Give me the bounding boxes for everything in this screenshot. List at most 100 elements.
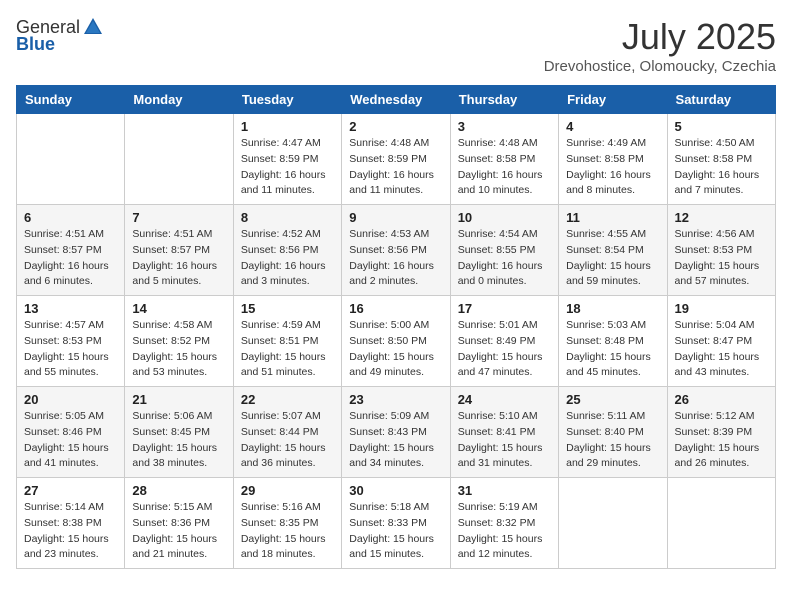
table-row: 12 Sunrise: 4:56 AMSunset: 8:53 PMDayligh…	[667, 205, 775, 296]
table-row: 2 Sunrise: 4:48 AMSunset: 8:59 PMDaylight…	[342, 114, 450, 205]
day-number: 14	[132, 301, 225, 316]
table-row: 9Sunrise: 4:53 AMSunset: 8:56 PMDaylight…	[342, 205, 450, 296]
day-detail: Sunrise: 4:49 AMSunset: 8:58 PMDaylight:…	[566, 136, 659, 199]
day-detail: Sunrise: 5:16 AMSunset: 8:35 PMDaylight:…	[241, 500, 334, 563]
table-row: 11Sunrise: 4:55 AMSunset: 8:54 PMDayligh…	[559, 205, 667, 296]
calendar-week-row: 20 Sunrise: 5:05 AMSunset: 8:46 PMDayligh…	[17, 387, 776, 478]
day-detail: Sunrise: 4:47 AMSunset: 8:59 PMDaylight:…	[241, 136, 334, 199]
day-number: 25	[566, 392, 659, 407]
table-row: 18 Sunrise: 5:03 AMSunset: 8:48 PMDayligh…	[559, 296, 667, 387]
day-number: 15	[241, 301, 334, 316]
day-detail: Sunrise: 5:15 AMSunset: 8:36 PMDaylight:…	[132, 500, 225, 563]
day-number: 7	[132, 210, 225, 225]
page: General Blue July 2025 Drevohostice, Olo…	[0, 0, 792, 585]
day-number: 26	[675, 392, 768, 407]
day-detail: Sunrise: 4:48 AMSunset: 8:58 PMDaylight:…	[458, 136, 551, 199]
calendar-week-row: 1 Sunrise: 4:47 AMSunset: 8:59 PMDaylight…	[17, 114, 776, 205]
title-block: July 2025 Drevohostice, Olomoucky, Czech…	[544, 16, 776, 75]
day-number: 11	[566, 210, 659, 225]
day-detail: Sunrise: 4:52 AMSunset: 8:56 PMDaylight:…	[241, 227, 334, 290]
col-tuesday: Tuesday	[233, 86, 341, 114]
day-detail: Sunrise: 4:59 AMSunset: 8:51 PMDaylight:…	[241, 318, 334, 381]
day-detail: Sunrise: 4:56 AMSunset: 8:53 PMDaylight:…	[675, 227, 768, 290]
day-detail: Sunrise: 5:00 AMSunset: 8:50 PMDaylight:…	[349, 318, 442, 381]
day-number: 18	[566, 301, 659, 316]
day-detail: Sunrise: 5:04 AMSunset: 8:47 PMDaylight:…	[675, 318, 768, 381]
day-detail: Sunrise: 4:51 AMSunset: 8:57 PMDaylight:…	[24, 227, 117, 290]
col-thursday: Thursday	[450, 86, 558, 114]
header: General Blue July 2025 Drevohostice, Olo…	[16, 16, 776, 75]
day-detail: Sunrise: 5:03 AMSunset: 8:48 PMDaylight:…	[566, 318, 659, 381]
table-row: 23 Sunrise: 5:09 AMSunset: 8:43 PMDayligh…	[342, 387, 450, 478]
table-row: 7 Sunrise: 4:51 AMSunset: 8:57 PMDaylight…	[125, 205, 233, 296]
location-title: Drevohostice, Olomoucky, Czechia	[544, 58, 776, 75]
day-number: 22	[241, 392, 334, 407]
day-number: 28	[132, 483, 225, 498]
table-row: 25Sunrise: 5:11 AMSunset: 8:40 PMDayligh…	[559, 387, 667, 478]
table-row	[559, 478, 667, 569]
day-number: 23	[349, 392, 442, 407]
table-row: 29 Sunrise: 5:16 AMSunset: 8:35 PMDayligh…	[233, 478, 341, 569]
day-detail: Sunrise: 5:19 AMSunset: 8:32 PMDaylight:…	[458, 500, 551, 563]
col-monday: Monday	[125, 86, 233, 114]
day-detail: Sunrise: 4:53 AMSunset: 8:56 PMDaylight:…	[349, 227, 442, 290]
day-number: 24	[458, 392, 551, 407]
table-row: 16 Sunrise: 5:00 AMSunset: 8:50 PMDayligh…	[342, 296, 450, 387]
day-number: 1	[241, 119, 334, 134]
col-saturday: Saturday	[667, 86, 775, 114]
day-number: 17	[458, 301, 551, 316]
table-row: 1 Sunrise: 4:47 AMSunset: 8:59 PMDaylight…	[233, 114, 341, 205]
table-row: 4Sunrise: 4:49 AMSunset: 8:58 PMDaylight…	[559, 114, 667, 205]
day-number: 2	[349, 119, 442, 134]
table-row: 24 Sunrise: 5:10 AMSunset: 8:41 PMDayligh…	[450, 387, 558, 478]
day-detail: Sunrise: 5:07 AMSunset: 8:44 PMDaylight:…	[241, 409, 334, 472]
day-detail: Sunrise: 5:05 AMSunset: 8:46 PMDaylight:…	[24, 409, 117, 472]
day-number: 16	[349, 301, 442, 316]
day-number: 12	[675, 210, 768, 225]
table-row: 17 Sunrise: 5:01 AMSunset: 8:49 PMDayligh…	[450, 296, 558, 387]
table-row: 20 Sunrise: 5:05 AMSunset: 8:46 PMDayligh…	[17, 387, 125, 478]
calendar-week-row: 27Sunrise: 5:14 AMSunset: 8:38 PMDayligh…	[17, 478, 776, 569]
day-number: 10	[458, 210, 551, 225]
day-number: 5	[675, 119, 768, 134]
col-wednesday: Wednesday	[342, 86, 450, 114]
table-row: 31 Sunrise: 5:19 AMSunset: 8:32 PMDayligh…	[450, 478, 558, 569]
table-row	[125, 114, 233, 205]
day-detail: Sunrise: 4:58 AMSunset: 8:52 PMDaylight:…	[132, 318, 225, 381]
calendar-table: Sunday Monday Tuesday Wednesday Thursday…	[16, 85, 776, 569]
day-number: 3	[458, 119, 551, 134]
col-friday: Friday	[559, 86, 667, 114]
table-row: 30Sunrise: 5:18 AMSunset: 8:33 PMDayligh…	[342, 478, 450, 569]
table-row: 8Sunrise: 4:52 AMSunset: 8:56 PMDaylight…	[233, 205, 341, 296]
day-number: 29	[241, 483, 334, 498]
logo: General Blue	[16, 16, 106, 55]
table-row	[667, 478, 775, 569]
table-row: 14 Sunrise: 4:58 AMSunset: 8:52 PMDayligh…	[125, 296, 233, 387]
logo-blue-text: Blue	[16, 34, 55, 55]
day-detail: Sunrise: 4:51 AMSunset: 8:57 PMDaylight:…	[132, 227, 225, 290]
calendar-header-row: Sunday Monday Tuesday Wednesday Thursday…	[17, 86, 776, 114]
day-detail: Sunrise: 5:09 AMSunset: 8:43 PMDaylight:…	[349, 409, 442, 472]
day-number: 20	[24, 392, 117, 407]
table-row: 27Sunrise: 5:14 AMSunset: 8:38 PMDayligh…	[17, 478, 125, 569]
day-number: 30	[349, 483, 442, 498]
month-title: July 2025	[544, 16, 776, 58]
day-number: 13	[24, 301, 117, 316]
day-detail: Sunrise: 4:48 AMSunset: 8:59 PMDaylight:…	[349, 136, 442, 199]
day-detail: Sunrise: 5:10 AMSunset: 8:41 PMDaylight:…	[458, 409, 551, 472]
table-row: 6Sunrise: 4:51 AMSunset: 8:57 PMDaylight…	[17, 205, 125, 296]
col-sunday: Sunday	[17, 86, 125, 114]
table-row: 19 Sunrise: 5:04 AMSunset: 8:47 PMDayligh…	[667, 296, 775, 387]
day-detail: Sunrise: 4:57 AMSunset: 8:53 PMDaylight:…	[24, 318, 117, 381]
day-number: 31	[458, 483, 551, 498]
day-number: 19	[675, 301, 768, 316]
table-row: 5 Sunrise: 4:50 AMSunset: 8:58 PMDaylight…	[667, 114, 775, 205]
day-detail: Sunrise: 5:14 AMSunset: 8:38 PMDaylight:…	[24, 500, 117, 563]
table-row: 21Sunrise: 5:06 AMSunset: 8:45 PMDayligh…	[125, 387, 233, 478]
day-detail: Sunrise: 4:54 AMSunset: 8:55 PMDaylight:…	[458, 227, 551, 290]
table-row: 13 Sunrise: 4:57 AMSunset: 8:53 PMDayligh…	[17, 296, 125, 387]
table-row: 26Sunrise: 5:12 AMSunset: 8:39 PMDayligh…	[667, 387, 775, 478]
table-row: 3 Sunrise: 4:48 AMSunset: 8:58 PMDaylight…	[450, 114, 558, 205]
day-detail: Sunrise: 5:01 AMSunset: 8:49 PMDaylight:…	[458, 318, 551, 381]
day-detail: Sunrise: 4:50 AMSunset: 8:58 PMDaylight:…	[675, 136, 768, 199]
